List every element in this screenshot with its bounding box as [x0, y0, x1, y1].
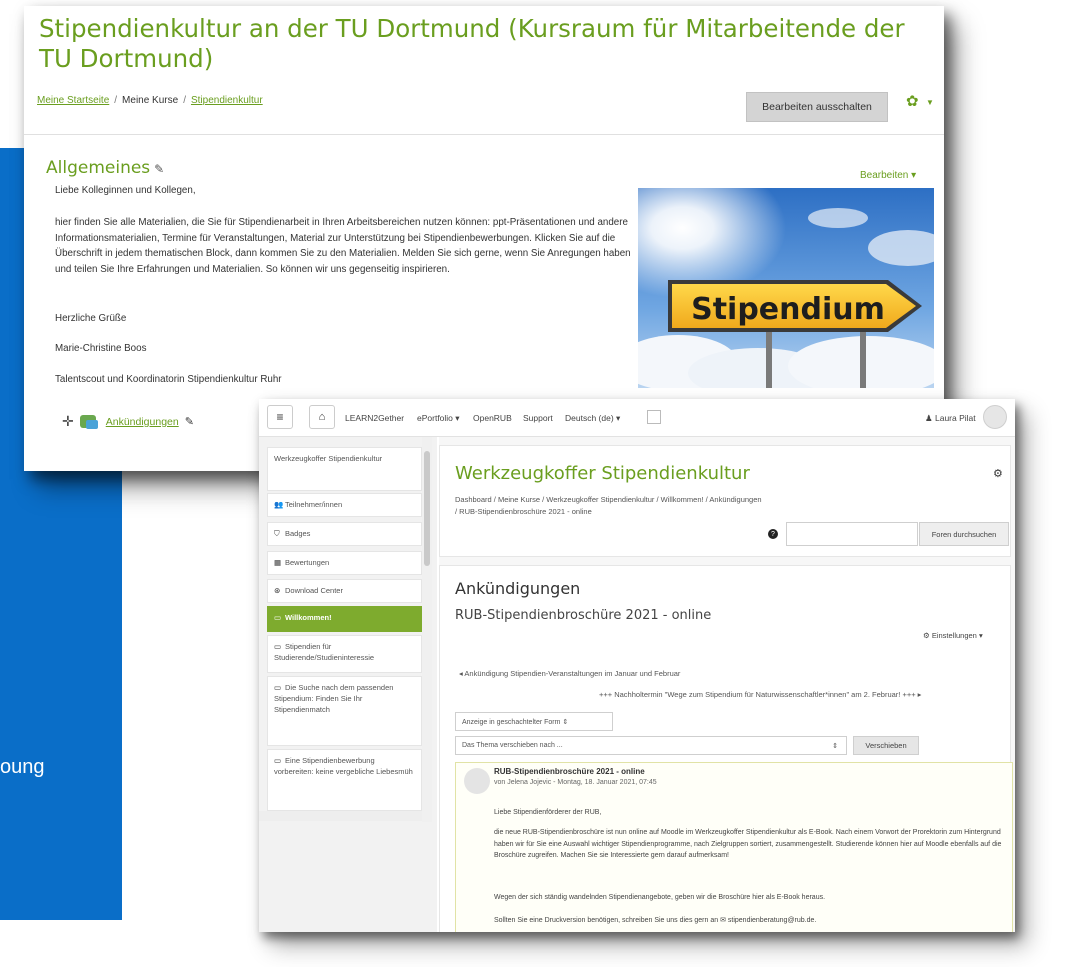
forum-page-screenshot: ≡ ⌂ LEARN2Gether ePortfolio ▾ OpenRUB Su… [259, 399, 1015, 932]
sidebar-item-grades[interactable]: ▦ Bewertungen [267, 551, 422, 575]
gear-icon[interactable]: ⚙ [993, 467, 1003, 480]
sidebar-item-course[interactable]: Werkzeugkoffer Stipendienkultur [267, 447, 422, 491]
post-title: RUB-Stipendienbroschüre 2021 - online [494, 767, 645, 776]
sidebar-item-label: Stipendien für Studierende/Studienintere… [274, 642, 375, 662]
hamburger-menu-icon[interactable]: ≡ [267, 405, 293, 429]
chevron-down-icon[interactable]: ▼ [926, 98, 934, 107]
previous-discussion-link[interactable]: ◂ Ankündigung Stipendien-Veranstaltungen… [459, 669, 680, 678]
move-discussion-value: Das Thema verschieben nach ... [462, 742, 563, 749]
course-title: Stipendienkultur an der TU Dortmund (Kur… [39, 14, 905, 73]
sidebar-item-label: Bewertungen [285, 558, 330, 567]
nav-learn2gether[interactable]: LEARN2Gether [345, 413, 404, 423]
course-title: Werkzeugkoffer Stipendienkultur [455, 463, 750, 484]
table-icon: ▦ [274, 558, 282, 567]
move-button[interactable]: Verschieben [853, 736, 919, 755]
announcements-link[interactable]: Ankündigungen [106, 416, 179, 428]
divider [24, 134, 944, 135]
settings-label: Einstellungen [931, 631, 977, 640]
sidebar-item-label: Teilnehmer/innen [285, 500, 343, 509]
announcements-activity[interactable]: ✛ Ankündigungen ✎ [62, 413, 194, 430]
folder-icon: ▭ [274, 642, 282, 651]
nav-openrub[interactable]: OpenRUB [473, 413, 512, 423]
forum-heading: Ankündigungen [455, 579, 581, 598]
folder-icon: ▭ [274, 613, 282, 622]
display-mode-select[interactable]: Anzeige in geschachtelter Form ⇕ [455, 712, 613, 731]
forum-search-button[interactable]: Foren durchsuchen [919, 522, 1009, 546]
edit-mode-off-button[interactable]: Bearbeiten ausschalten [746, 92, 888, 122]
intro-author: Marie-Christine Boos [55, 343, 147, 354]
post-paragraph: Liebe Stipendienförderer der RUB, [494, 809, 602, 816]
sidebar-item-label: Eine Stipendienbewerbung vorbereiten: ke… [274, 756, 413, 776]
intro-paragraph: hier finden Sie alle Materialien, die Si… [55, 217, 631, 275]
nav-language[interactable]: Deutsch (de) ▾ [565, 413, 620, 424]
move-icon[interactable]: ✛ [62, 413, 74, 430]
intro-author-role: Talentscout und Koordinatorin Stipendien… [55, 374, 282, 385]
sidebar-item-label: Badges [285, 529, 311, 538]
top-navbar: ≡ ⌂ LEARN2Gether ePortfolio ▾ OpenRUB Su… [259, 399, 1015, 437]
avatar[interactable] [983, 405, 1007, 429]
sidebar-horizontal-scrollbar[interactable] [259, 811, 422, 821]
user-menu[interactable]: ♟ Laura Pilat [925, 413, 976, 424]
sidebar-scrollbar-thumb[interactable] [424, 451, 430, 566]
help-icon[interactable]: ? [768, 529, 778, 539]
stipendium-sign-image: Stipendium [638, 188, 934, 388]
breadcrumb-home[interactable]: Meine Startseite [37, 95, 109, 106]
breadcrumb-course[interactable]: Stipendienkultur [191, 95, 263, 106]
slide-canvas: oung Stipendienkultur an der TU Dortmund… [0, 0, 1071, 967]
sidebar-item-willkommen[interactable]: ▭ Willkommen! [267, 606, 422, 632]
gear-icon[interactable]: ✿ [906, 92, 919, 110]
discussion-title: RUB-Stipendienbroschüre 2021 - online [455, 608, 712, 623]
post-byline: von Jelena Jojevic - Montag, 18. Januar … [494, 779, 657, 786]
breadcrumb: Dashboard / Meine Kurse / Werkzeugkoffer… [455, 494, 985, 518]
pencil-icon[interactable]: ✎ [185, 415, 194, 428]
breadcrumb-line[interactable]: / RUB-Stipendienbroschüre 2021 - online [455, 506, 985, 518]
user-name: Laura Pilat [934, 413, 976, 423]
sidebar-item-label: Willkommen! [285, 613, 332, 622]
settings-menu[interactable]: ⚙ Einstellungen ▾ [923, 631, 983, 640]
next-discussion-link[interactable]: +++ Nachholtermin "Wege zum Stipendium f… [599, 690, 921, 699]
section-edit-menu[interactable]: Bearbeiten ▾ [860, 170, 916, 181]
sidebar-item-label: Werkzeugkoffer Stipendienkultur [274, 454, 383, 463]
intro-closing: Herzliche Grüße [55, 313, 127, 324]
sidebar-item-label: Die Suche nach dem passenden Stipendium:… [274, 683, 394, 714]
move-discussion-select[interactable]: Das Thema verschieben nach ... ⇕ [455, 736, 847, 755]
sidebar-item-stipendienmatch[interactable]: ▭ Die Suche nach dem passenden Stipendium… [267, 676, 422, 746]
breadcrumb: Meine Startseite / Meine Kurse / Stipendienk… [37, 95, 263, 106]
section-title[interactable]: Allgemeines ✎ [46, 158, 164, 178]
post-paragraph: Wegen der sich ständig wandelnden Stipen… [494, 894, 826, 901]
sidebar-item-label: Download Center [285, 586, 343, 595]
sidebar-item-participants[interactable]: 👥 Teilnehmer/innen [267, 493, 422, 517]
nav-support[interactable]: Support [523, 413, 553, 423]
nav-eportfolio[interactable]: ePortfolio ▾ [417, 413, 460, 424]
forum-post: RUB-Stipendienbroschüre 2021 - online vo… [455, 762, 1013, 932]
sidebar-item-bewerbung[interactable]: ▭ Eine Stipendienbewerbung vorbereiten: k… [267, 749, 422, 811]
breadcrumb-line[interactable]: Dashboard / Meine Kurse / Werkzeugkoffer… [455, 494, 985, 506]
sign-text: Stipendium [691, 292, 885, 327]
breadcrumb-my-courses[interactable]: Meine Kurse [122, 95, 178, 106]
folder-icon: ▭ [274, 683, 282, 692]
folder-icon: ▭ [274, 756, 282, 765]
home-icon[interactable]: ⌂ [309, 405, 335, 429]
shield-icon: ⛉ [274, 529, 280, 538]
section-title-label: Allgemeines [46, 158, 151, 178]
chevron-down-icon: ⇕ [832, 743, 838, 750]
post-paragraph: Sollten Sie eine Druckversion benötigen,… [494, 917, 817, 924]
sidebar-item-badges[interactable]: ⛉ Badges [267, 522, 422, 546]
section-edit-label: Bearbeiten [860, 170, 909, 181]
avatar[interactable] [464, 768, 490, 794]
users-icon: 👥 [274, 500, 284, 509]
pencil-icon[interactable]: ✎ [154, 162, 164, 176]
sidebar-item-stipendien-studierende[interactable]: ▭ Stipendien für Studierende/Studieninter… [267, 635, 422, 673]
display-mode-value: Anzeige in geschachtelter Form [462, 719, 561, 726]
intro-greeting: Liebe Kolleginnen und Kollegen, [55, 185, 196, 196]
slide-text-fragment: oung [0, 756, 45, 778]
forum-icon [79, 415, 98, 429]
grid-icon[interactable] [647, 410, 661, 424]
download-icon: ⊛ [274, 586, 281, 595]
post-paragraph: die neue RUB-Stipendienbroschüre ist nun… [494, 829, 1002, 859]
forum-search-input[interactable] [786, 522, 918, 546]
sidebar-item-download-center[interactable]: ⊛ Download Center [267, 579, 422, 603]
